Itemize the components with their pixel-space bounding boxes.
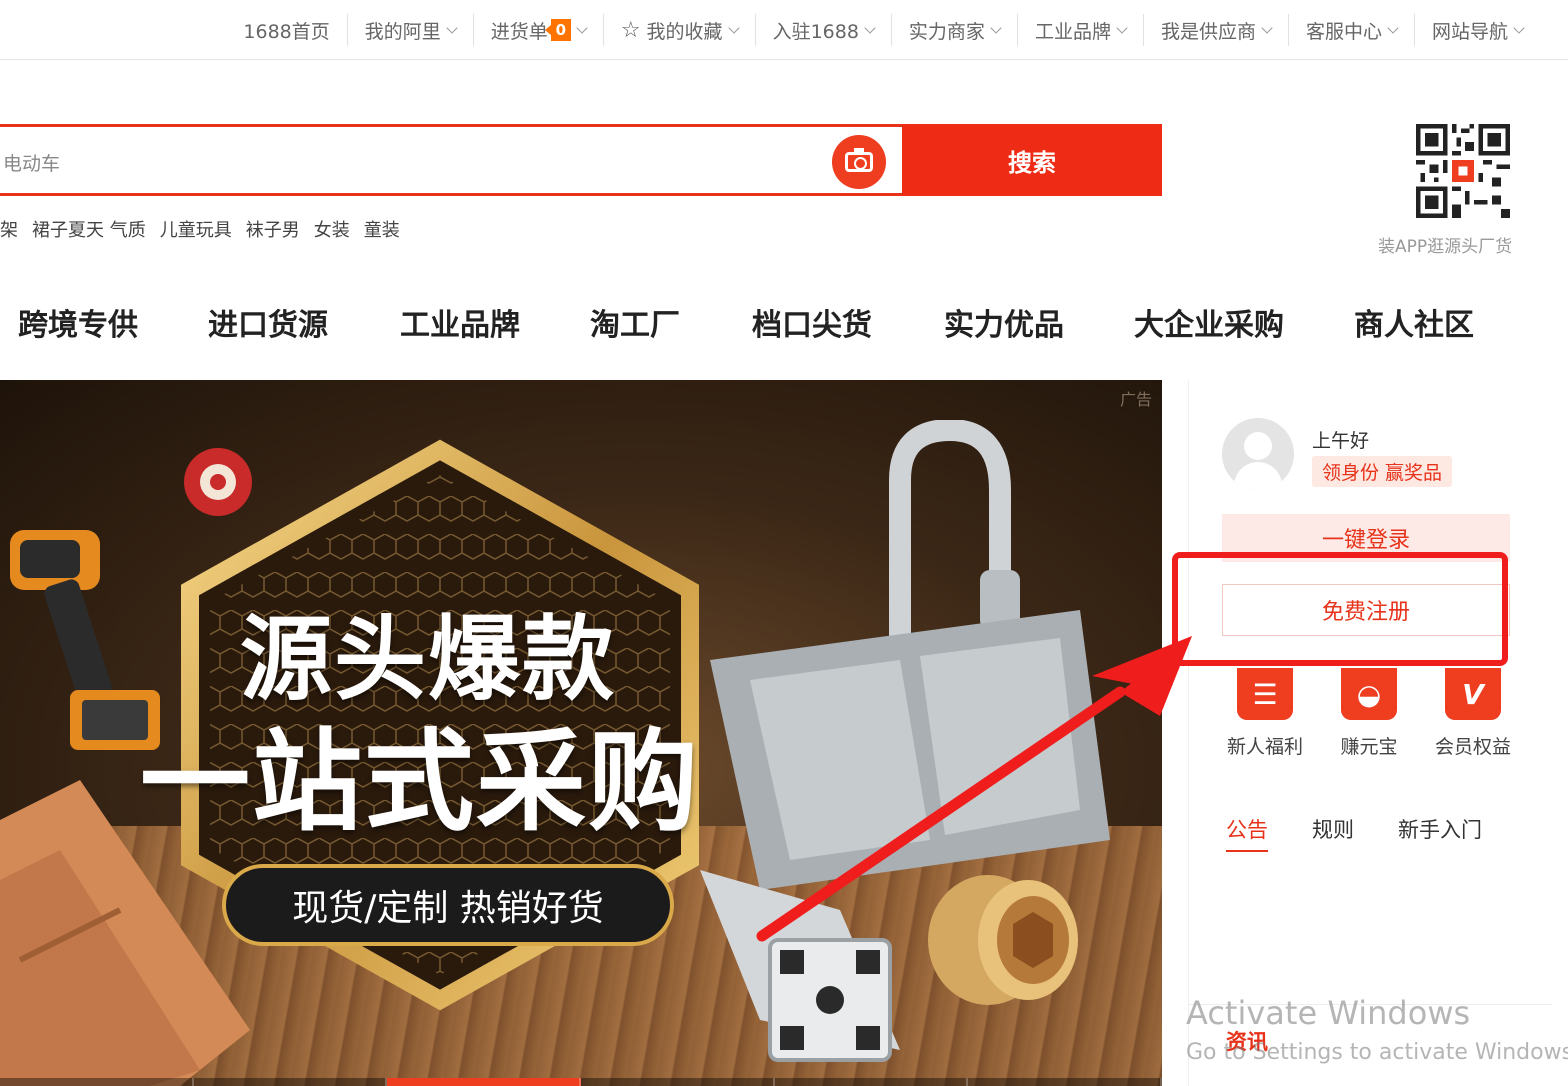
topbar-join-label[interactable]: 入驻1688 [773, 17, 859, 44]
hotword-link[interactable]: 架 [0, 216, 18, 242]
camera-icon [845, 148, 873, 172]
search-input[interactable]: 电动车 [0, 124, 905, 196]
topbar-join-menu[interactable]: 入驻1688 [756, 14, 892, 46]
topbar-service-center-label[interactable]: 客服中心 [1306, 17, 1382, 44]
one-click-login-button[interactable]: 一键登录 [1222, 514, 1510, 562]
topbar-industrial-brands-menu[interactable]: 工业品牌 [1018, 14, 1144, 46]
quick-link-newcomer-benefits[interactable]: ☰ 新人福利 [1220, 668, 1310, 759]
banner-title-line2: 一站式采购 [140, 718, 700, 846]
nav-item-import[interactable]: 进口货源 [208, 300, 328, 344]
banner-subtitle-pill: 现货/定制 热销好货 [222, 864, 674, 946]
camera-search-button[interactable] [832, 135, 886, 189]
avatar[interactable] [1222, 418, 1294, 490]
quick-link-label: 赚元宝 [1340, 736, 1398, 758]
greeting-text: 上午好 [1312, 430, 1370, 452]
quick-link-member-benefits[interactable]: V 会员权益 [1428, 668, 1518, 759]
free-register-button[interactable]: 免费注册 [1222, 584, 1510, 636]
nav-item-tao-factory[interactable]: 淘工厂 [590, 300, 680, 344]
nav-item-cross-border[interactable]: 跨境专供 [18, 300, 138, 344]
chevron-down-icon [990, 21, 1002, 34]
hotword-link[interactable]: 袜子男 [246, 216, 300, 242]
gift-card-icon: ☰ [1237, 668, 1293, 720]
promo-banner[interactable]: 广告 源头爆款 一站式采购 现货/定制 热销好货 [0, 380, 1162, 1086]
tab-beginner-guide[interactable]: 新手入门 [1398, 814, 1482, 852]
hotword-link[interactable]: 裙子夏天 气质 [32, 216, 146, 242]
avatar-head-shape [1244, 432, 1272, 460]
quick-link-earn-ingots[interactable]: ◒ 赚元宝 [1324, 668, 1414, 759]
vip-icon: V [1445, 668, 1501, 720]
chevron-down-icon [1261, 21, 1273, 34]
tab-rules[interactable]: 规则 [1312, 814, 1354, 852]
search-input-value[interactable]: 电动车 [3, 149, 60, 176]
slide-indicator[interactable] [581, 1078, 775, 1086]
ad-tag: 广告 [1119, 390, 1152, 409]
nav-item-industrial-brands[interactable]: 工业品牌 [400, 300, 520, 344]
chevron-down-icon [1116, 21, 1128, 34]
nav-item-quality-goods[interactable]: 实力优品 [944, 300, 1064, 344]
topbar-supplier-menu[interactable]: 我是供应商 [1144, 14, 1289, 46]
hotword-link[interactable]: 女装 [314, 216, 350, 242]
brass-insert-product-image [928, 875, 1078, 1005]
aluminum-profile-product-image [700, 870, 900, 1062]
topbar-site-nav-menu[interactable]: 网站导航 [1415, 14, 1540, 46]
topbar-my-alibaba-menu[interactable]: 我的阿里 [348, 14, 474, 46]
topbar-purchase-list-label[interactable]: 进货单 [491, 17, 548, 44]
tab-announcements[interactable]: 公告 [1226, 814, 1268, 852]
ingot-icon: ◒ [1341, 668, 1397, 720]
app-qr-code [1416, 124, 1510, 218]
nav-item-enterprise-purchase[interactable]: 大企业采购 [1134, 300, 1284, 344]
chevron-down-icon [864, 21, 876, 34]
nav-item-stall-picks[interactable]: 档口尖货 [752, 300, 872, 344]
notice-tabs: 公告 规则 新手入门 [1226, 814, 1526, 852]
windows-activation-hint: Go to Settings to activate Windows. [1186, 1040, 1568, 1065]
reward-tag-link[interactable]: 领身份 赢奖品 [1312, 456, 1453, 487]
topbar-home-label[interactable]: 1688首页 [243, 17, 329, 44]
cart-count-badge: 0 [544, 19, 571, 41]
search-button[interactable]: 搜索 [902, 124, 1162, 196]
topbar-favorites-label[interactable]: 我的收藏 [647, 17, 723, 44]
slide-indicator[interactable] [193, 1078, 388, 1086]
top-utility-bar: 1688首页 我的阿里 进货单 0 ☆ 我的收藏 入驻1688 实力商家 工业品… [0, 0, 1568, 60]
quick-link-label: 新人福利 [1226, 736, 1303, 758]
hotword-link[interactable]: 童装 [364, 216, 400, 242]
topbar-service-center-menu[interactable]: 客服中心 [1289, 14, 1415, 46]
quick-link-label: 会员权益 [1434, 736, 1511, 758]
topbar-industrial-brands-label[interactable]: 工业品牌 [1035, 17, 1111, 44]
chevron-down-icon [727, 21, 740, 34]
star-icon: ☆ [620, 17, 641, 43]
chevron-down-icon [1513, 21, 1525, 34]
windows-activation-watermark: Activate Windows [1186, 994, 1471, 1032]
topbar-strong-merchants-label[interactable]: 实力商家 [909, 17, 985, 44]
banner-slide-indicators [0, 1078, 1163, 1086]
slide-indicator[interactable] [774, 1078, 969, 1086]
topbar-favorites-menu[interactable]: ☆ 我的收藏 [604, 14, 756, 46]
topbar-site-nav-label[interactable]: 网站导航 [1432, 17, 1508, 44]
slide-indicator-active[interactable] [387, 1078, 582, 1086]
topbar-purchase-list-menu[interactable]: 进货单 0 [474, 14, 604, 46]
hot-search-words: 架 裙子夏天 气质 儿童玩具 袜子男 女装 童装 [0, 216, 414, 242]
chevron-down-icon [576, 21, 588, 34]
slide-indicator[interactable] [0, 1078, 194, 1086]
qr-caption: 装APP逛源头厂货 [1378, 237, 1513, 257]
chevron-down-icon [1387, 21, 1399, 34]
slide-indicator[interactable] [968, 1078, 1163, 1086]
chevron-down-icon [446, 21, 458, 34]
nav-item-merchant-community[interactable]: 商人社区 [1354, 300, 1474, 344]
topbar-home-link[interactable]: 1688首页 [226, 14, 348, 46]
topbar-strong-merchants-menu[interactable]: 实力商家 [892, 14, 1018, 46]
sink-faucet-product-image [710, 420, 1110, 890]
hotword-link[interactable]: 儿童玩具 [160, 216, 232, 242]
topbar-supplier-label[interactable]: 我是供应商 [1161, 17, 1256, 44]
topbar-my-alibaba-label[interactable]: 我的阿里 [365, 17, 441, 44]
saw-blade-logo [184, 448, 252, 516]
avatar-body-shape [1234, 462, 1282, 490]
top-utility-links: 1688首页 我的阿里 进货单 0 ☆ 我的收藏 入驻1688 实力商家 工业品… [226, 14, 1540, 46]
